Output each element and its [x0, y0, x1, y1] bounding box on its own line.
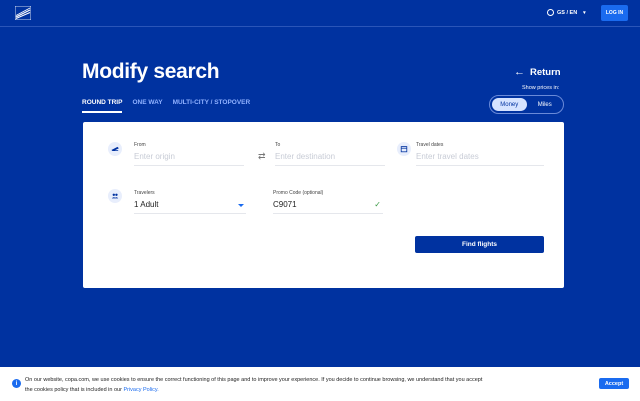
cookie-banner: i On our website, copa.com, we use cooki…: [0, 367, 640, 401]
travelers-label: Travelers: [134, 190, 155, 196]
search-card: From Enter origin ⇄ To Enter destination…: [83, 122, 564, 288]
chevron-down-icon: [238, 204, 244, 207]
origin-input[interactable]: Enter origin: [134, 152, 244, 166]
from-label: From: [134, 142, 146, 148]
travel-dates-input[interactable]: Enter travel dates: [416, 152, 544, 166]
find-flights-button[interactable]: Find flights: [415, 236, 544, 253]
money-option[interactable]: Money: [491, 97, 528, 112]
to-label: To: [275, 142, 281, 148]
copa-logo-icon[interactable]: [15, 6, 31, 20]
promo-code-label: Promo Code (optional): [273, 190, 324, 196]
travelers-value: 1 Adult: [134, 200, 159, 209]
accept-cookies-button[interactable]: Accept: [599, 378, 629, 389]
arrow-left-icon: ←: [514, 66, 525, 78]
language-label: GS / EN: [557, 9, 578, 16]
globe-icon: [547, 9, 554, 16]
people-icon: [108, 189, 122, 203]
login-button[interactable]: LOG IN: [601, 5, 628, 21]
privacy-policy-link[interactable]: Privacy Policy.: [123, 387, 158, 393]
language-selector[interactable]: GS / EN ▾: [547, 9, 586, 16]
cookie-text: On our website, copa.com, we use cookies…: [25, 375, 485, 395]
swap-icon[interactable]: ⇄: [258, 151, 266, 162]
promo-code-value: C9071: [273, 200, 297, 209]
tab-multi-city[interactable]: MULTI-CITY / STOPOVER: [173, 99, 251, 113]
miles-option[interactable]: Miles: [528, 97, 563, 112]
calendar-icon: [397, 142, 411, 156]
info-icon: i: [12, 379, 21, 388]
plane-takeoff-icon: [108, 142, 122, 156]
checkmark-icon: ✓: [374, 200, 381, 209]
top-bar: GS / EN ▾ LOG IN: [0, 0, 640, 27]
price-currency-toggle: Money Miles: [489, 95, 564, 114]
show-prices-label: Show prices in:: [522, 85, 560, 91]
tab-one-way[interactable]: ONE WAY: [132, 99, 162, 113]
promo-code-input[interactable]: C9071 ✓: [273, 200, 383, 214]
return-label: Return: [530, 66, 561, 78]
return-link[interactable]: ← Return: [514, 66, 561, 78]
travel-dates-label: Travel dates: [416, 142, 444, 148]
page-title: Modify search: [82, 60, 220, 83]
cookie-message: On our website, copa.com, we use cookies…: [25, 377, 483, 393]
destination-input[interactable]: Enter destination: [275, 152, 385, 166]
trip-type-tabs: ROUND TRIP ONE WAY MULTI-CITY / STOPOVER: [82, 99, 260, 113]
tab-round-trip[interactable]: ROUND TRIP: [82, 99, 123, 113]
travelers-select[interactable]: 1 Adult: [134, 200, 246, 214]
chevron-down-icon: ▾: [583, 9, 586, 16]
